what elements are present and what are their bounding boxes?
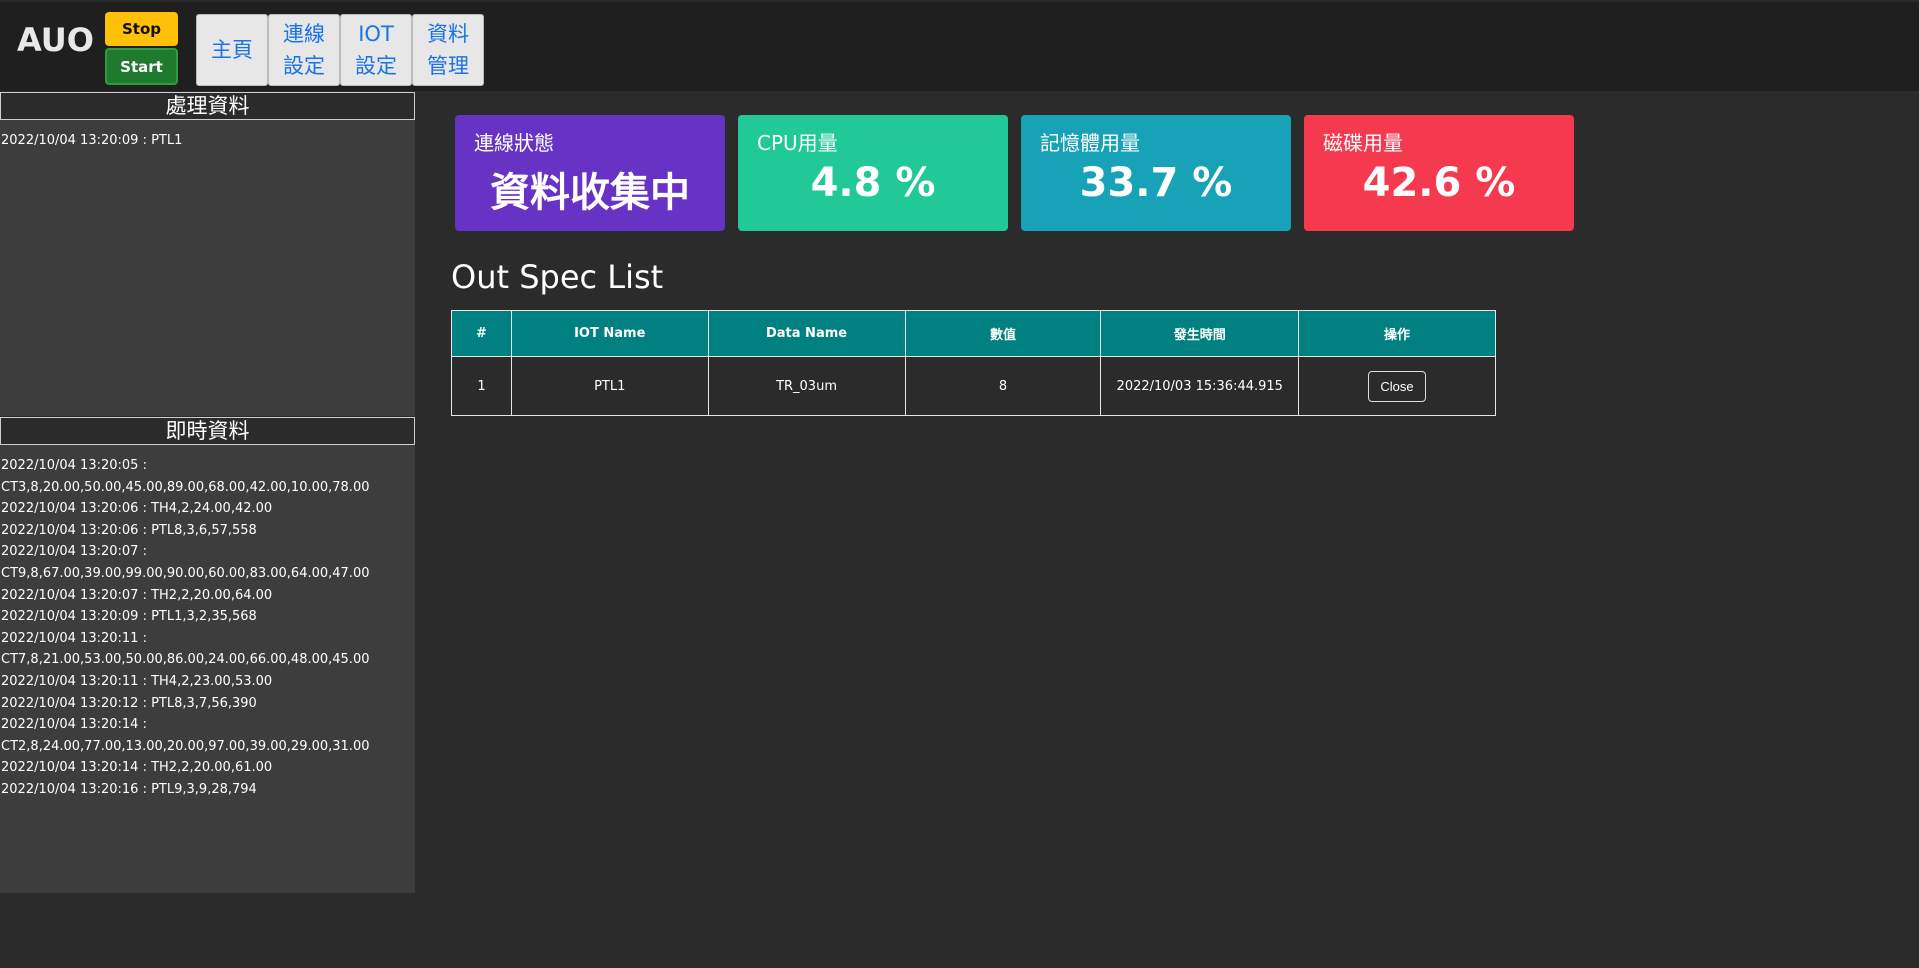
cell-index: 1 [451, 356, 512, 416]
cell-data-name: TR_03um [707, 356, 906, 416]
realtime-data-title: 即時資料 [0, 417, 415, 445]
processing-data-title: 處理資料 [0, 92, 415, 120]
start-button[interactable]: Start [105, 48, 178, 85]
out-spec-title: Out Spec List [451, 258, 664, 296]
top-navbar: AUO Stop Start 主頁 連線 設定 IOT 設定 資料 管理 [0, 2, 1919, 91]
out-spec-table: # IOT Name Data Name 數值 發生時間 操作 1 PTL1 T… [451, 310, 1496, 416]
connection-status-card: 連線狀態 資料收集中 [455, 115, 725, 231]
cell-time: 2022/10/03 15:36:44.915 [1100, 356, 1300, 416]
nav-connection-settings[interactable]: 連線 設定 [268, 14, 340, 86]
log-line: CT9,8,67.00,39.00,99.00,90.00,60.00,83.0… [1, 565, 370, 581]
header-index: # [451, 310, 512, 357]
log-line: 2022/10/04 13:20:07 : TH2,2,20.00,64.00 [1, 587, 273, 603]
log-line: 2022/10/04 13:20:07 : [1, 544, 147, 560]
header-time: 發生時間 [1100, 310, 1300, 357]
cell-value: 8 [904, 356, 1102, 416]
log-line: 2022/10/04 13:20:09 : PTL1,3,2,35,568 [1, 609, 257, 625]
realtime-data-panel: 2022/10/04 13:20:05 : CT3,8,20.00,50.00,4… [0, 445, 415, 893]
brand-logo: AUO [17, 21, 94, 59]
close-button[interactable]: Close [1368, 370, 1426, 402]
cpu-usage-card: CPU用量 4.8 % [738, 115, 1008, 231]
disk-usage-value: 42.6 % [1362, 160, 1516, 206]
log-line: 2022/10/04 13:20:16 : PTL9,3,9,28,794 [1, 781, 257, 797]
log-line: 2022/10/04 13:20:05 : [1, 458, 147, 473]
log-line: CT3,8,20.00,50.00,45.00,89.00,68.00,42.0… [1, 479, 370, 495]
connection-status-value: 資料收集中 [490, 170, 690, 216]
table-row: 1 PTL1 TR_03um 8 2022/10/03 15:36:44.915… [451, 356, 1496, 416]
log-line: 2022/10/04 13:20:06 : TH4,2,24.00,42.00 [1, 501, 273, 517]
cpu-usage-value: 4.8 % [810, 160, 936, 206]
header-value: 數值 [904, 310, 1102, 357]
log-line: 2022/10/04 13:20:12 : PTL8,3,7,56,390 [1, 695, 257, 711]
log-line: 2022/10/04 13:20:14 : [1, 717, 147, 733]
log-line: CT7,8,21.00,53.00,50.00,86.00,24.00,66.0… [1, 652, 370, 668]
nav-iot-settings[interactable]: IOT 設定 [340, 14, 412, 86]
log-line: 2022/10/04 13:20:11 : TH4,2,23.00,53.00 [1, 673, 273, 689]
cell-iot-name: PTL1 [510, 356, 709, 416]
header-iot-name: IOT Name [510, 310, 709, 357]
disk-usage-label: 磁碟用量 [1323, 131, 1403, 155]
header-data-name: Data Name [707, 310, 906, 357]
memory-usage-value: 33.7 % [1079, 160, 1233, 206]
memory-usage-label: 記憶體用量 [1040, 131, 1140, 155]
log-line: 2022/10/04 13:20:11 : [1, 630, 147, 646]
cell-action: Close [1298, 356, 1496, 416]
table-header-row: # IOT Name Data Name 數值 發生時間 操作 [451, 310, 1496, 357]
memory-usage-card: 記憶體用量 33.7 % [1021, 115, 1291, 231]
nav-data-management[interactable]: 資料 管理 [412, 14, 484, 86]
nav-home[interactable]: 主頁 [196, 14, 268, 86]
log-line: 2022/10/04 13:20:14 : TH2,2,20.00,61.00 [1, 760, 273, 776]
processing-data-panel: 2022/10/04 13:20:09 : PTL1 [0, 120, 415, 416]
log-line: 2022/10/04 13:20:09 : PTL1 [1, 133, 183, 148]
header-action: 操作 [1298, 310, 1496, 357]
cpu-usage-label: CPU用量 [757, 131, 838, 155]
log-line: 2022/10/04 13:20:06 : PTL8,3,6,57,558 [1, 522, 257, 538]
disk-usage-card: 磁碟用量 42.6 % [1304, 115, 1574, 231]
log-line: CT2,8,24.00,77.00,13.00,20.00,97.00,39.0… [1, 738, 370, 754]
connection-status-label: 連線狀態 [474, 131, 554, 155]
stop-button[interactable]: Stop [105, 12, 178, 46]
